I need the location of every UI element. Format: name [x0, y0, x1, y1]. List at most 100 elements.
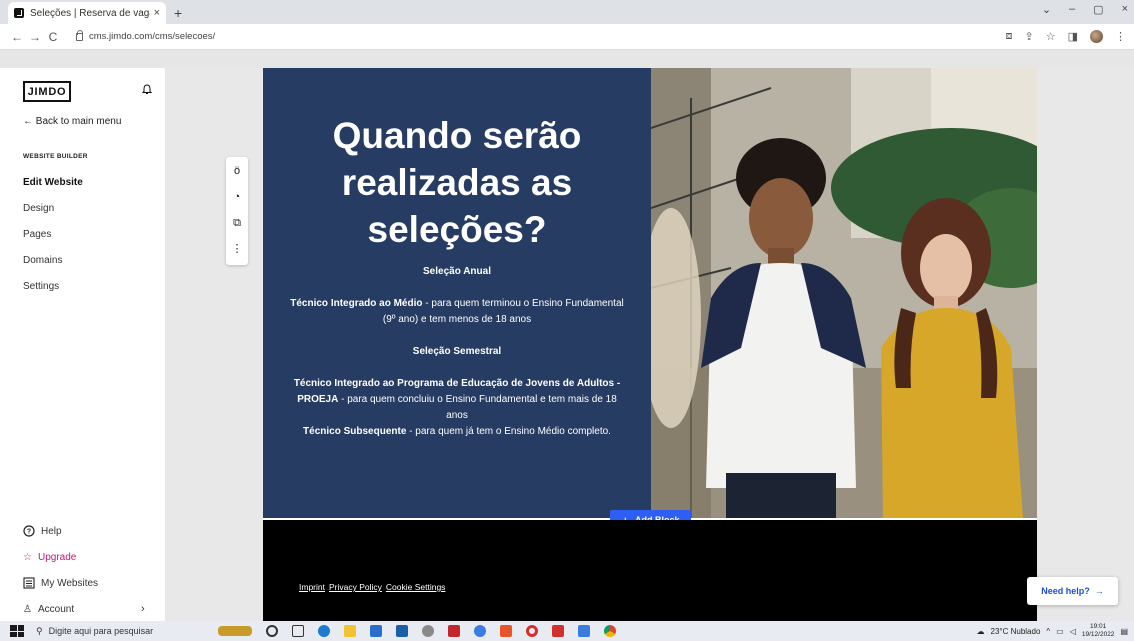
semester-heading: Seleção Semestral	[412, 346, 502, 357]
chrome-icon[interactable]	[604, 625, 616, 637]
doodle-icon[interactable]	[218, 626, 252, 636]
browser-menu-icon[interactable]: ⋮	[1115, 30, 1126, 43]
sidebar-item-edit-website[interactable]: Edit Website	[23, 177, 83, 203]
bell-icon[interactable]	[142, 84, 152, 95]
annual-course-name: Técnico Integrado ao Médio	[290, 298, 423, 309]
hero-heading-line: seleções?	[367, 209, 547, 250]
office-icon[interactable]	[500, 625, 512, 637]
profile-avatar[interactable]	[1090, 30, 1103, 43]
file-explorer-icon[interactable]	[344, 625, 356, 637]
websites-list-icon	[23, 577, 35, 589]
tray-chevron-icon[interactable]: ^	[1046, 627, 1050, 636]
address-bar[interactable]: cms.jimdo.com/cms/selecoes/	[70, 27, 950, 47]
cortana-icon[interactable]	[266, 625, 278, 637]
chevron-right-icon: ›	[141, 603, 145, 615]
footer-link-imprint[interactable]: Imprint	[299, 582, 325, 592]
need-help-button[interactable]: Need help? →	[1027, 577, 1118, 605]
jimdo-favicon-icon	[14, 8, 24, 18]
arrow-right-icon: →	[1094, 586, 1104, 596]
acrobat-icon[interactable]	[552, 625, 564, 637]
block-toolbar: ö ◔ ⧉ ⋮	[226, 157, 248, 265]
search-icon: ⚲	[36, 625, 43, 636]
windows-start-icon[interactable]	[10, 625, 24, 637]
browser-tab[interactable]: Seleções | Reserva de vaga: ×	[8, 2, 166, 24]
duplicate-icon[interactable]: ⧉	[229, 213, 245, 233]
side-panel-icon[interactable]: ◨	[1068, 30, 1078, 43]
taskbar-search[interactable]: ⚲ Digite aqui para pesquisar	[36, 621, 200, 641]
browser-toolbar: ← → C cms.jimdo.com/cms/selecoes/ ⧈ ⇪ ☆ …	[0, 24, 1134, 50]
minimize-button[interactable]: –	[1069, 3, 1075, 16]
hero-text-block[interactable]: Quando serão realizadas as seleções? Sel…	[263, 68, 651, 518]
close-window-button[interactable]: ×	[1122, 3, 1128, 16]
footer-link-cookies[interactable]: Cookie Settings	[386, 582, 446, 592]
back-to-main-menu-link[interactable]: ← Back to main menu	[23, 116, 121, 127]
my-websites-link[interactable]: My Websites	[23, 570, 98, 596]
opera-icon[interactable]	[526, 625, 538, 637]
back-button[interactable]: ←	[8, 30, 26, 44]
sidebar-item-settings[interactable]: Settings	[23, 281, 83, 307]
translate-icon[interactable]: ⧈	[1006, 30, 1013, 43]
new-tab-button[interactable]: +	[174, 5, 182, 21]
hero-heading[interactable]: Quando serão realizadas as seleções?	[263, 112, 651, 253]
tab-search-icon[interactable]: ⌄	[1042, 3, 1051, 16]
network-icon[interactable]: ▭	[1056, 627, 1064, 636]
help-label: Help	[41, 525, 62, 537]
hero-body-text[interactable]: Seleção Anual Técnico Integrado ao Médio…	[285, 264, 629, 440]
account-link[interactable]: ♙ Account ›	[23, 596, 145, 622]
task-view-icon[interactable]	[292, 625, 304, 637]
jimdo-logo[interactable]: JIMDO	[23, 81, 71, 102]
students-photo-illustration	[651, 68, 1037, 518]
forward-button[interactable]: →	[26, 30, 44, 44]
store-icon[interactable]	[370, 625, 382, 637]
clock-time: 19:01	[1090, 623, 1107, 630]
help-link[interactable]: ? Help	[23, 518, 98, 544]
account-label: Account	[37, 603, 75, 615]
annual-heading: Seleção Anual	[423, 266, 491, 277]
star-icon: ☆	[23, 551, 32, 563]
site-footer: Imprint Privacy Policy Cookie Settings	[263, 520, 1037, 621]
footer-links: Imprint Privacy Policy Cookie Settings	[299, 582, 445, 592]
upgrade-label: Upgrade	[37, 551, 77, 563]
person-icon: ♙	[23, 603, 32, 615]
hero-heading-line: Quando serão	[332, 115, 582, 156]
mail-icon[interactable]	[396, 625, 408, 637]
weather-text[interactable]: 23°C Nublado	[991, 627, 1041, 636]
footer-link-privacy[interactable]: Privacy Policy	[329, 582, 382, 592]
sidebar-bottom-menu: ? Help ☆ Upgrade My Websites ♙ Account ›	[23, 518, 145, 622]
section-label: WEBSITE BUILDER	[23, 153, 88, 160]
share-icon[interactable]: ⇪	[1025, 30, 1034, 43]
close-tab-icon[interactable]: ×	[154, 7, 160, 19]
jimdo-sidebar: JIMDO ← Back to main menu WEBSITE BUILDE…	[0, 68, 165, 621]
taskbar-search-placeholder: Digite aqui para pesquisar	[48, 626, 154, 636]
maximize-button[interactable]: ▢	[1093, 3, 1103, 16]
proeja-course-desc: - para quem concluiu o Ensino Fundamenta…	[338, 394, 617, 421]
help-circle-icon: ?	[23, 525, 35, 537]
need-help-label: Need help?	[1041, 586, 1090, 596]
edge-icon[interactable]	[318, 625, 330, 637]
notifications-icon[interactable]: ▤	[1120, 627, 1128, 636]
style-palette-icon[interactable]: ◔	[229, 187, 245, 207]
settings-gear-icon[interactable]	[422, 625, 434, 637]
system-tray: ☁ 23°C Nublado ^ ▭ ◁ 19:01 19/12/2022 ▤	[977, 623, 1129, 639]
taskbar-apps	[218, 625, 616, 637]
sidebar-item-pages[interactable]: Pages	[23, 229, 83, 255]
url-text: cms.jimdo.com/cms/selecoes/	[89, 31, 216, 42]
bookmark-star-icon[interactable]: ☆	[1046, 30, 1056, 43]
browser-tab-bar: Seleções | Reserva de vaga: × + ⌄ – ▢ ×	[0, 0, 1134, 24]
notepad-icon[interactable]	[578, 625, 590, 637]
sidebar-item-domains[interactable]: Domains	[23, 255, 83, 281]
upgrade-link[interactable]: ☆ Upgrade	[23, 544, 98, 570]
clock[interactable]: 19:01 19/12/2022	[1082, 623, 1115, 639]
hero-photo[interactable]	[651, 68, 1037, 518]
more-options-icon[interactable]: ⋮	[229, 239, 245, 259]
preview-eye-icon[interactable]: ö	[229, 161, 245, 181]
reload-button[interactable]: C	[44, 30, 62, 44]
volume-icon[interactable]: ◁	[1070, 627, 1076, 636]
app-icon[interactable]	[474, 625, 486, 637]
browser-extensions: ⧈ ⇪ ☆ ◨ ⋮	[1006, 30, 1126, 43]
mcafee-icon[interactable]	[448, 625, 460, 637]
lock-icon	[76, 29, 83, 41]
sidebar-item-design[interactable]: Design	[23, 203, 83, 229]
windows-taskbar: ⚲ Digite aqui para pesquisar ☁ 23°C Nubl…	[0, 621, 1134, 641]
back-label: Back to main menu	[35, 116, 122, 127]
